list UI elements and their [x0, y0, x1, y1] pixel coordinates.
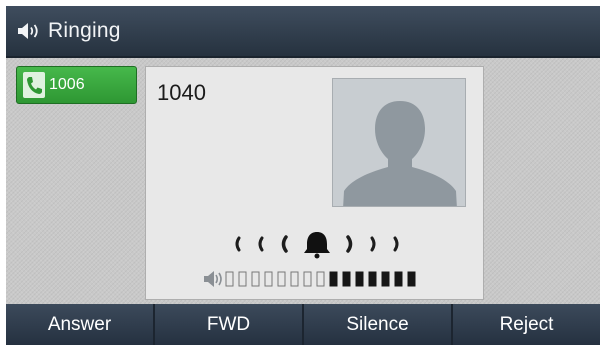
volume-level-segment — [264, 271, 273, 287]
status-bar: Ringing — [6, 6, 600, 58]
volume-level-segment — [225, 271, 234, 287]
ringing-indicator — [235, 232, 399, 259]
volume-level-segment — [342, 271, 351, 287]
ringer-volume-bar[interactable] — [202, 269, 432, 289]
volume-level-segment — [277, 271, 286, 287]
volume-level-segment — [407, 271, 416, 287]
reject-softkey[interactable]: Reject — [453, 304, 600, 345]
volume-level-segment — [290, 271, 299, 287]
volume-level-segment — [251, 271, 260, 287]
call-status-title: Ringing — [48, 19, 121, 42]
phone-screen: Ringing 1006 1040 Answer FWD Silence Rej… — [6, 6, 600, 345]
answer-softkey[interactable]: Answer — [6, 304, 153, 345]
phone-handset-icon — [23, 72, 45, 98]
volume-level-segment — [316, 271, 325, 287]
bell-icon — [304, 232, 330, 259]
volume-level-segment — [355, 271, 364, 287]
caller-number: 1040 — [157, 80, 206, 105]
volume-level-segment — [238, 271, 247, 287]
volume-speaker-icon — [204, 271, 222, 287]
person-silhouette-icon — [332, 78, 466, 207]
volume-level-segment — [381, 271, 390, 287]
silence-softkey[interactable]: Silence — [304, 304, 451, 345]
volume-level-segment — [329, 271, 338, 287]
volume-level-segment — [368, 271, 377, 287]
line-key-1006[interactable]: 1006 — [16, 66, 137, 104]
speaker-icon — [16, 19, 46, 43]
volume-level-segment — [303, 271, 312, 287]
line-key-label: 1006 — [49, 76, 85, 93]
softkey-bar: Answer FWD Silence Reject — [6, 304, 600, 345]
incoming-call-card: 1040 — [145, 66, 484, 300]
forward-softkey[interactable]: FWD — [155, 304, 302, 345]
volume-level-segment — [394, 271, 403, 287]
